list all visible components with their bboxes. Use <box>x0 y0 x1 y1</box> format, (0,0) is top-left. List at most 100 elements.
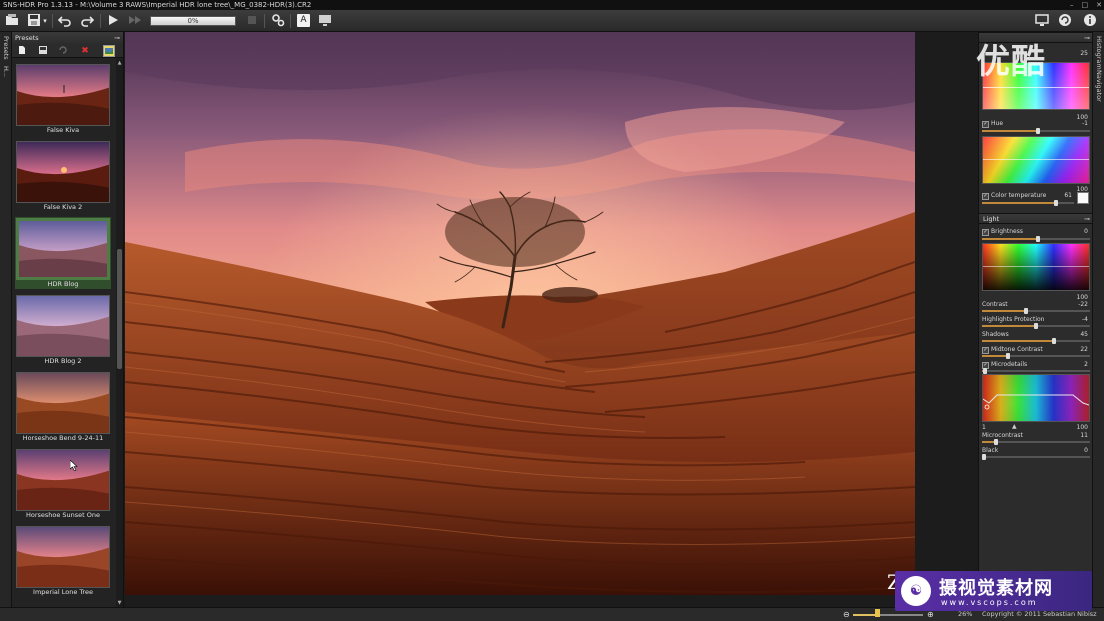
fast-forward-icon[interactable] <box>127 13 143 29</box>
hue-label: Hue <box>991 120 1004 127</box>
toolbar-separator <box>52 14 53 28</box>
preset-item-hdr-blog-2[interactable]: HDR Blog 2 <box>15 294 111 366</box>
zoom-slider-fill <box>853 614 877 616</box>
color-temperature-spectrum[interactable] <box>982 136 1090 184</box>
monitor-icon[interactable] <box>317 13 333 29</box>
contrast-label: Contrast <box>982 301 1008 308</box>
tab-presets[interactable]: Presets <box>1 36 11 60</box>
brightness-checkbox[interactable]: ✓ <box>982 229 989 236</box>
brightness-slider[interactable] <box>982 236 1090 242</box>
vscops-logo-icon: ☯ <box>901 576 931 606</box>
microdetails-curve[interactable] <box>982 374 1090 422</box>
colortemp-checkbox[interactable]: ✓ <box>982 193 989 200</box>
colortemp-value: 61 <box>1064 192 1072 199</box>
refresh-preset-icon[interactable] <box>57 45 69 57</box>
toolbar-separator <box>264 14 265 28</box>
zoom-slider-knob[interactable] <box>875 609 880 617</box>
hue-checkbox[interactable]: ✓ <box>982 121 989 128</box>
vscops-watermark: ☯ 摄视觉素材网 www.vscops.com <box>895 571 1092 611</box>
main-toolbar: ▾ 0% A <box>0 10 1104 32</box>
pin-icon[interactable]: ⊸ <box>1084 215 1090 223</box>
midtone-checkbox[interactable]: ✓ <box>982 347 989 354</box>
tab-navigator[interactable]: Navigator <box>1094 70 1104 102</box>
brightness-value: 0 <box>1084 228 1088 235</box>
minimize-button[interactable]: – <box>1070 0 1074 10</box>
preset-scrollbar[interactable]: ▲ ▼ <box>116 59 123 607</box>
zoom-control[interactable]: ⊖ ⊕ <box>843 609 953 619</box>
light-spectrum[interactable] <box>982 243 1090 291</box>
midtone-slider[interactable] <box>982 353 1090 359</box>
preset-item-imperial-lone-tree[interactable]: Imperial Lone Tree <box>15 525 111 597</box>
new-preset-icon[interactable] <box>16 45 28 57</box>
scroll-down-icon[interactable]: ▼ <box>116 600 123 606</box>
preset-thumbnail <box>16 218 110 280</box>
toolbar-separator <box>290 14 291 28</box>
highlights-value: -4 <box>1082 316 1088 323</box>
brightness-label: Brightness <box>991 228 1023 235</box>
shadows-slider[interactable] <box>982 338 1090 344</box>
save-preset-icon[interactable] <box>37 45 49 57</box>
scroll-up-icon[interactable]: ▲ <box>116 60 123 66</box>
midtone-value: 22 <box>1080 346 1088 353</box>
preset-label: HDR Blog <box>47 280 79 288</box>
copyright-text: Copyright © 2011 Sebastian Nibisz <box>982 610 1097 618</box>
zoom-in-icon[interactable]: ⊕ <box>927 610 934 619</box>
presets-toolbar: ✖ <box>12 44 123 58</box>
highlights-slider[interactable] <box>982 323 1090 329</box>
preset-label: False Kiva 2 <box>43 203 83 211</box>
colortemp-slider[interactable] <box>982 200 1074 206</box>
black-value: 0 <box>1084 447 1088 454</box>
preset-item-false-kiva[interactable]: False Kiva <box>15 63 111 135</box>
display-icon[interactable] <box>1034 13 1050 29</box>
refresh-icon[interactable] <box>1057 13 1073 29</box>
curve-min: 1 <box>982 424 986 431</box>
open-folder-icon[interactable] <box>4 13 20 29</box>
preset-item-horseshoe-bend[interactable]: Horseshoe Bend 9-24-11 <box>15 371 111 443</box>
preset-item-horseshoe-sunset[interactable]: Horseshoe Sunset One <box>15 448 111 520</box>
text-a-icon[interactable]: A <box>297 14 310 27</box>
curve-marker-icon[interactable]: ▲ <box>1012 423 1017 430</box>
zoom-out-icon[interactable]: ⊖ <box>843 610 850 619</box>
tab-histogram[interactable]: Histogram <box>1094 36 1104 70</box>
tab-history[interactable]: H... <box>1 66 11 77</box>
scroll-thumb[interactable] <box>117 249 122 369</box>
settings-icon[interactable] <box>270 13 286 29</box>
right-panel-tabs: Histogram Navigator <box>1092 32 1104 621</box>
microcontrast-value: 11 <box>1080 432 1088 439</box>
pin-icon[interactable]: ⊸ <box>114 32 120 44</box>
zoom-percent: 26% <box>958 610 973 618</box>
window-title: SNS-HDR Pro 1.3.13 - M:\Volume 3 RAWS\Im… <box>3 1 312 9</box>
presets-header: Presets ⊸ <box>12 32 123 44</box>
left-panel-tabs: Presets H... <box>0 32 12 621</box>
shadows-value: 45 <box>1080 331 1088 338</box>
hue-slider[interactable] <box>982 128 1090 134</box>
stop-icon[interactable] <box>244 13 260 29</box>
presets-title: Presets <box>15 34 39 42</box>
contrast-slider[interactable] <box>982 308 1090 314</box>
microcontrast-slider[interactable] <box>982 439 1090 445</box>
progress-bar: 0% <box>150 16 236 26</box>
hdr-photo <box>125 32 915 595</box>
presets-panel: Presets ⊸ ✖ False Kiva False Kiva 2 HDR … <box>12 32 124 607</box>
color-swatch[interactable] <box>1077 192 1089 204</box>
curve-max: 100 <box>1076 424 1088 431</box>
image-canvas[interactable] <box>125 32 978 607</box>
close-button[interactable]: ✕ <box>1096 0 1102 10</box>
preset-item-false-kiva-2[interactable]: False Kiva 2 <box>15 140 111 212</box>
preset-thumbnail <box>16 372 110 434</box>
black-slider[interactable] <box>982 454 1090 460</box>
delete-preset-icon[interactable]: ✖ <box>79 45 91 57</box>
maximize-button[interactable]: □ <box>1082 0 1089 10</box>
undo-icon[interactable] <box>57 13 73 29</box>
preset-thumbnail <box>16 64 110 126</box>
preset-item-hdr-blog[interactable]: HDR Blog <box>15 217 111 289</box>
vscops-chinese-text: 摄视觉素材网 <box>939 578 1053 599</box>
thumbnail-view-icon[interactable] <box>103 45 115 57</box>
play-icon[interactable] <box>105 13 121 29</box>
microdetails-slider[interactable] <box>982 368 1090 374</box>
shadows-label: Shadows <box>982 331 1009 338</box>
dropdown-arrow-icon[interactable]: ▾ <box>40 13 50 29</box>
pin-icon[interactable]: ⊸ <box>1084 34 1090 42</box>
redo-icon[interactable] <box>79 13 95 29</box>
info-icon[interactable] <box>1082 13 1098 29</box>
